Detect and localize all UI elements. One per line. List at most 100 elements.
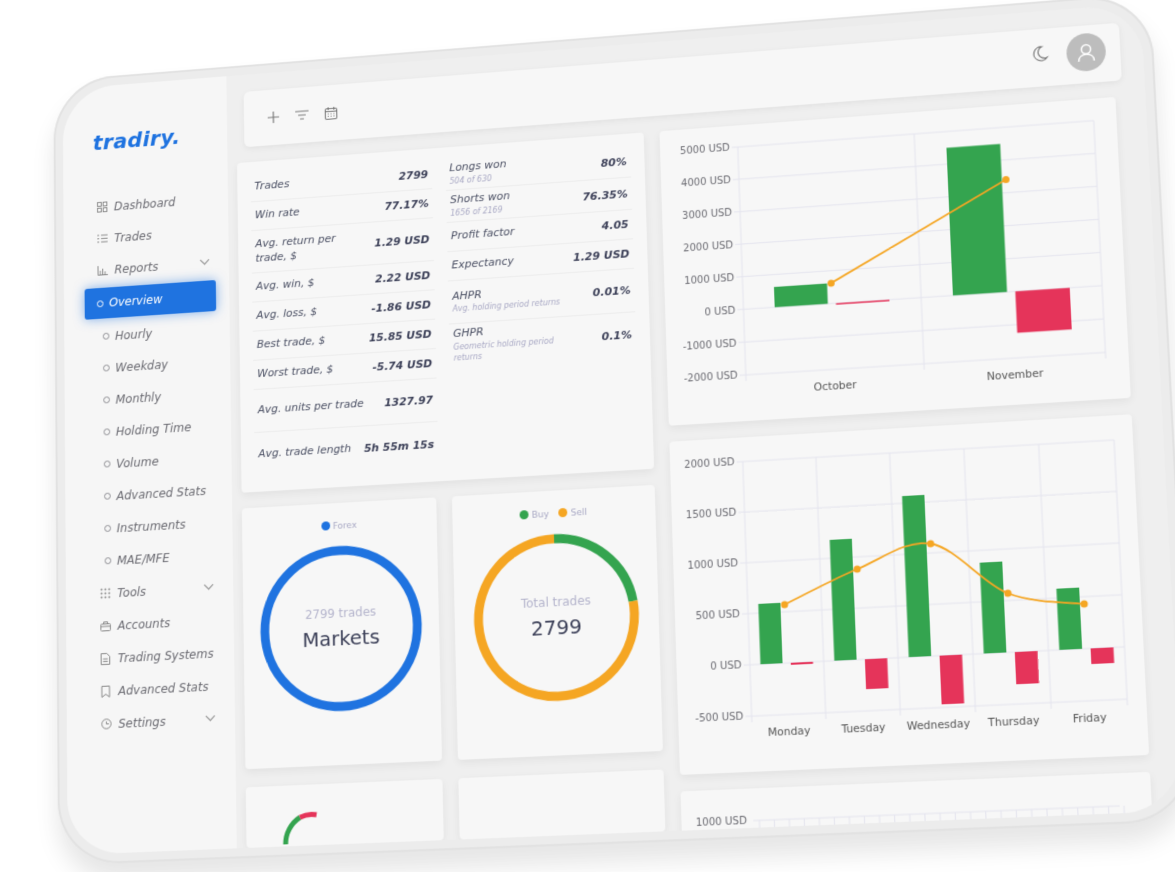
- sidebar-item-label: Volume: [116, 454, 159, 471]
- apps-icon: [98, 588, 111, 600]
- bar-gross-profit-friday[interactable]: [1056, 587, 1083, 650]
- sidebar-item-label: Accounts: [117, 615, 171, 633]
- x-tick-label: Monday: [768, 725, 811, 739]
- y-tick-label: 1000 USD: [687, 559, 738, 573]
- grid-line: [1016, 810, 1017, 841]
- line-point-friday[interactable]: [1080, 600, 1089, 608]
- bar-chart-icon: [96, 265, 109, 275]
- partial-donut: [283, 811, 317, 845]
- bar-gross-profit-monday[interactable]: [758, 602, 783, 665]
- donut-title: Markets: [302, 624, 380, 653]
- stats-card: Trades 2799 Win rate 77.17% Avg. return per …: [237, 132, 655, 493]
- sidebar-item-label: Tools: [117, 584, 147, 600]
- stat-label: Expectancy: [451, 254, 515, 272]
- y-tick-label: 2000 USD: [683, 240, 734, 254]
- bar-gross-profit-thursday[interactable]: [979, 561, 1007, 654]
- sidebar-item-label: Hourly: [114, 326, 153, 343]
- sidebar-item-label: Dashboard: [113, 194, 176, 213]
- legend-item-forex[interactable]: Forex: [321, 520, 357, 533]
- stat-label: Profit factor: [450, 225, 515, 243]
- markets-donut: 2799 trades Markets: [242, 537, 441, 719]
- sidebar-item-label: Weekday: [115, 357, 169, 375]
- filter-icon[interactable]: [291, 104, 312, 127]
- direction-legend: Buy Sell: [452, 503, 655, 525]
- grid-line: [940, 813, 941, 843]
- grid-line: [1078, 808, 1079, 839]
- donut-subtitle: Total trades: [520, 593, 592, 611]
- y-tick-label: 1500 USD: [686, 508, 737, 522]
- grid-line: [1032, 809, 1033, 840]
- bar-gross-loss-wednesday[interactable]: [939, 654, 965, 705]
- x-tick-label: October: [814, 379, 858, 394]
- logo[interactable]: tradiry.: [63, 122, 227, 158]
- bar-gross-profit-wednesday[interactable]: [902, 494, 932, 658]
- stat-value: 15.85 USD: [368, 327, 432, 345]
- x-tick-label: November: [987, 367, 1045, 383]
- circle-icon: [102, 364, 110, 372]
- stat-value: 1.29 USD: [374, 233, 430, 250]
- grid-line: [834, 817, 835, 847]
- stat-label: Longs won: [449, 157, 507, 175]
- grid-line: [986, 811, 987, 841]
- legend-dot: [321, 521, 330, 531]
- stat-label: Best trade, $: [256, 333, 326, 351]
- grid-line: [910, 814, 911, 844]
- line-point-november[interactable]: [1002, 175, 1010, 184]
- line-point-tuesday[interactable]: [853, 565, 861, 573]
- sidebar-item-label: Trades: [114, 228, 152, 245]
- stat-label-wrap: Avg. loss, $: [256, 305, 317, 323]
- bar-gross-loss-november[interactable]: [1015, 287, 1072, 333]
- main-content: Trades 2799 Win rate 77.17% Avg. return per …: [226, 3, 1175, 854]
- tablet-frame: tradiry. Dashboard Trades Reports Overview H…: [53, 0, 1175, 866]
- circle-icon: [102, 396, 110, 404]
- plus-icon[interactable]: [263, 106, 284, 129]
- grid-line: [1062, 808, 1063, 839]
- x-tick-label: Thursday: [987, 715, 1040, 730]
- stat-sublabel: 504 of 630: [449, 173, 492, 186]
- stat-value: 2799: [398, 168, 429, 183]
- bar-gross-profit-october[interactable]: [773, 283, 828, 308]
- chevron-down-icon[interactable]: [203, 579, 214, 590]
- grid-line: [743, 462, 752, 723]
- grid-line: [732, 121, 1094, 148]
- grid-line: [914, 134, 924, 370]
- legend-item-sell[interactable]: Sell: [558, 507, 587, 520]
- bar-gross-profit-november[interactable]: [946, 143, 1008, 296]
- calendar-icon[interactable]: [320, 102, 341, 125]
- briefcase-icon: [98, 621, 111, 632]
- bar-gross-loss-friday[interactable]: [1090, 647, 1115, 665]
- bar-gross-loss-thursday[interactable]: [1014, 650, 1039, 685]
- line-point-monday[interactable]: [780, 600, 789, 609]
- chevron-down-icon[interactable]: [199, 255, 210, 265]
- user-avatar-icon[interactable]: [1065, 31, 1107, 73]
- stat-label-wrap: Win rate: [255, 206, 300, 224]
- donut-segment: [299, 811, 317, 821]
- stat-label: Avg. units per trade: [257, 396, 364, 417]
- sidebar-item-label: Trading Systems: [117, 646, 214, 665]
- grid-line: [890, 453, 901, 716]
- sidebar-item-settings[interactable]: Settings: [67, 701, 236, 742]
- grid-line: [1047, 809, 1048, 840]
- legend-item-buy[interactable]: Buy: [519, 509, 549, 522]
- grid-line: [789, 819, 790, 849]
- stat-label: GHPR: [452, 325, 484, 341]
- line-point-october[interactable]: [827, 279, 835, 287]
- markets-card: Forex 2799 trades Markets: [241, 497, 443, 770]
- grid-line: [1108, 806, 1110, 837]
- sidebar-nav: Dashboard Trades Reports Overview Hourly Week…: [63, 182, 235, 742]
- moon-icon[interactable]: [1029, 43, 1051, 68]
- y-tick-label: 500 USD: [696, 609, 741, 623]
- stat-label-wrap: Shorts won 1656 of 2169: [450, 189, 511, 219]
- donut-title: 2799: [530, 613, 583, 641]
- line-point-wednesday[interactable]: [926, 539, 935, 548]
- line-point-thursday[interactable]: [1004, 589, 1012, 598]
- y-tick-label: -1000 USD: [683, 338, 737, 353]
- grid-line: [753, 806, 1119, 821]
- chevron-down-icon[interactable]: [205, 711, 216, 722]
- bar-gross-loss-tuesday[interactable]: [864, 658, 889, 690]
- monthly-chart: 5000 USD 4000 USD 3000 USD 2000 USD 1000 USD…: [680, 97, 1130, 394]
- document-icon: [99, 652, 112, 665]
- sidebar: tradiry. Dashboard Trades Reports Overview H…: [62, 76, 237, 856]
- donut-center: Total trades 2799: [453, 525, 661, 709]
- stat-label-wrap: Avg. return per trade, $: [255, 230, 361, 266]
